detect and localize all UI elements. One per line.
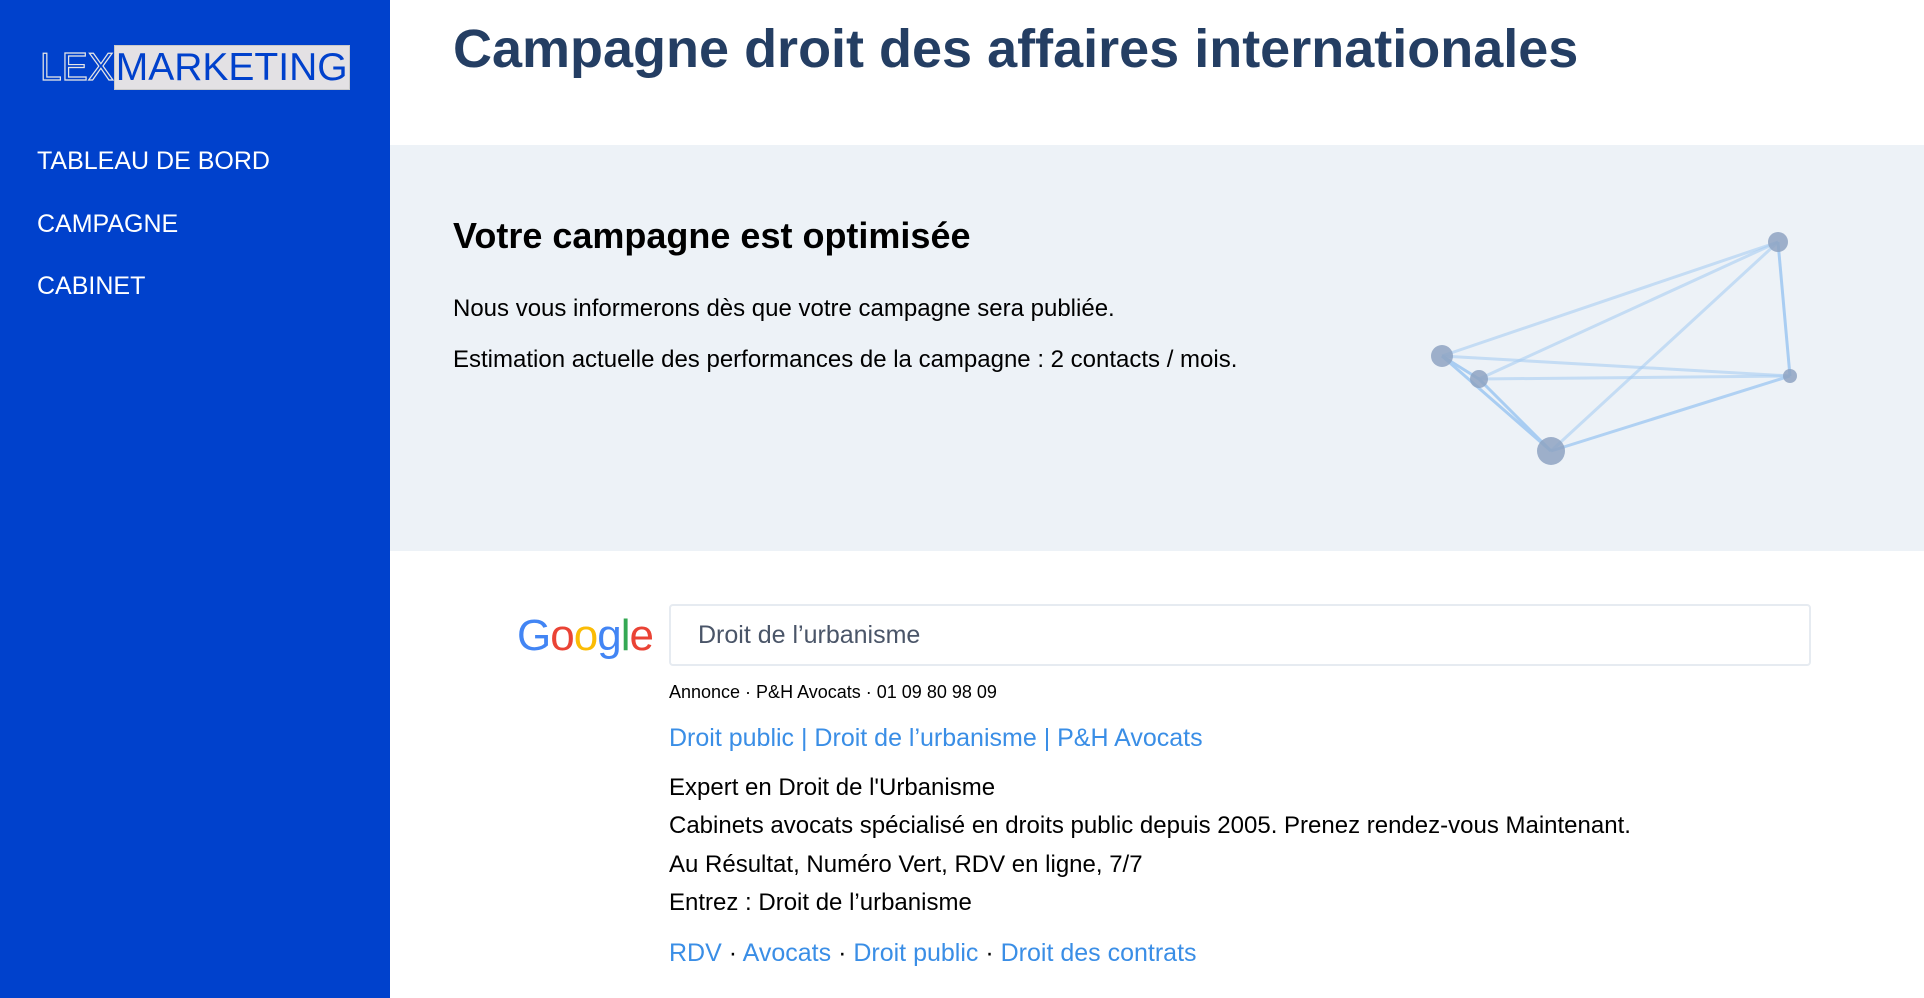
logo-letter: G bbox=[517, 611, 551, 660]
network-node bbox=[1783, 369, 1797, 383]
sitelink-rdv[interactable]: RDV bbox=[669, 939, 722, 967]
search-input[interactable]: Droit de l’urbanisme bbox=[669, 604, 1811, 666]
network-node bbox=[1431, 345, 1453, 367]
network-edge bbox=[1441, 240, 1779, 358]
sitelink-droit-contrats[interactable]: Droit des contrats bbox=[1001, 939, 1197, 967]
separator: · bbox=[831, 939, 854, 967]
network-edge bbox=[1478, 240, 1779, 381]
network-node bbox=[1537, 437, 1565, 465]
logo-letter: o bbox=[573, 611, 599, 660]
search-query: Droit de l’urbanisme bbox=[698, 621, 921, 649]
network-edge bbox=[1550, 374, 1791, 453]
ad-title-link[interactable]: Droit public | Droit de l’urbanisme | P&… bbox=[669, 724, 1203, 753]
logo-letter: e bbox=[629, 611, 654, 660]
logo-letter: g bbox=[597, 611, 622, 660]
sitelinks: RDV · Avocats · Droit public · Droit des… bbox=[669, 939, 1197, 968]
network-edge bbox=[1776, 241, 1792, 377]
ad-line: Entrez : Droit de l’urbanisme bbox=[669, 889, 972, 916]
sitelink-droit-public[interactable]: Droit public bbox=[853, 939, 978, 967]
network-edge bbox=[1477, 377, 1553, 453]
logo-letter: o bbox=[550, 611, 575, 660]
network-edge bbox=[1549, 240, 1780, 453]
separator: · bbox=[721, 939, 743, 967]
ad-meta: Annonce · P&H Avocats · 01 09 80 98 09 bbox=[669, 682, 997, 702]
google-logo: Google bbox=[517, 611, 654, 661]
network-illustration bbox=[1431, 232, 1797, 465]
ad-line: Expert en Droit de l'Urbanisme bbox=[669, 774, 996, 801]
ad-line: Au Résultat, Numéro Vert, RDV en ligne, … bbox=[669, 851, 1143, 878]
network-node bbox=[1768, 232, 1788, 252]
ad-line: Cabinets avocats spécialisé en droits pu… bbox=[669, 812, 1631, 839]
network-node bbox=[1470, 370, 1488, 388]
sitelink-avocats[interactable]: Avocats bbox=[743, 939, 831, 967]
separator: · bbox=[978, 939, 1001, 967]
network-edge bbox=[1478, 374, 1791, 381]
